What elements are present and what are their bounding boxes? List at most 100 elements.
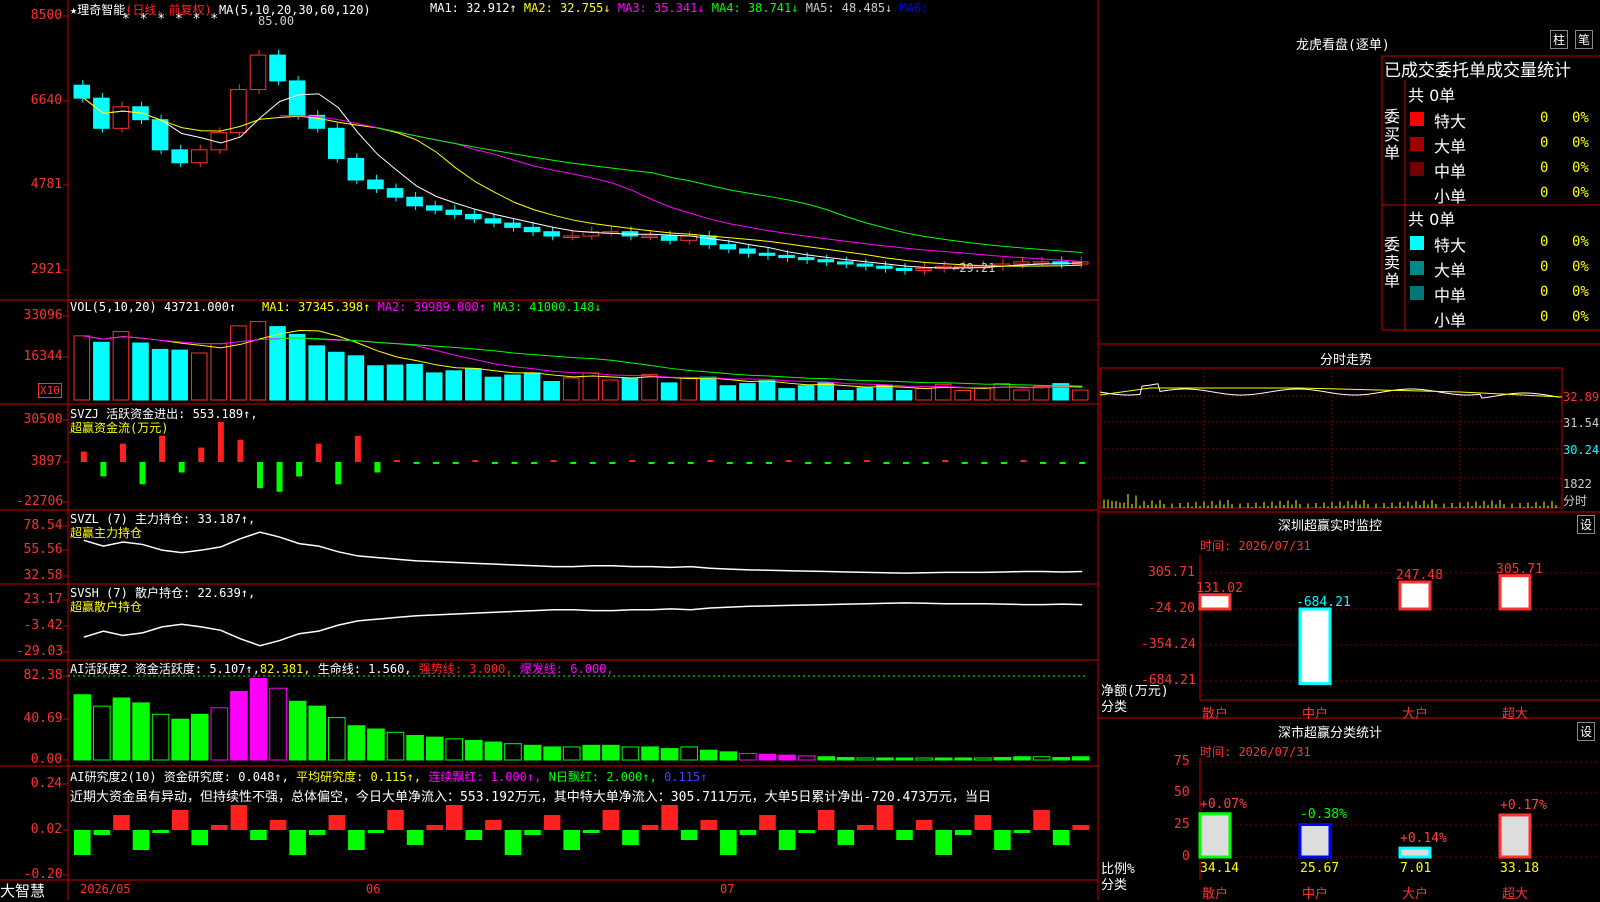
activity-bar (993, 757, 1012, 761)
activity-bar (171, 718, 189, 761)
order-pct: 0% (1572, 110, 1589, 126)
intraday-vol: 1822 (1563, 477, 1592, 491)
research-bar (661, 805, 678, 830)
volume-bar (895, 390, 913, 401)
candle-body (112, 106, 130, 129)
activity-bar (895, 757, 914, 761)
main-chart-canvas[interactable] (0, 0, 1600, 900)
y-tick-label: 33096 (23, 308, 63, 323)
fundflow-bar (531, 462, 538, 464)
candle-body (876, 265, 893, 269)
research-bar (817, 810, 835, 830)
candle-body (895, 267, 913, 271)
y-tick-label: 4781 (30, 177, 63, 192)
vol-unit-badge: X10 (38, 383, 62, 398)
activity-bar (288, 700, 307, 761)
tick-mode-button[interactable]: 笔 (1575, 30, 1594, 49)
classify-category: 中户 (1302, 887, 1329, 902)
volume-bar (915, 388, 932, 401)
monitor-bar (1198, 593, 1232, 611)
research-bar (367, 830, 385, 833)
intraday-y0: 32.89 (1563, 390, 1600, 404)
research-bar (171, 810, 189, 830)
fundflow-bar (374, 462, 381, 473)
fundflow-bar (100, 462, 107, 477)
classify-y-label: 25 (1174, 817, 1190, 832)
fundflow-bar (1000, 462, 1007, 464)
fundflow-bar (354, 435, 361, 462)
svzl-sub: 超赢主力持仓 (70, 526, 143, 540)
vol-ma-legend-item: MA1: 37345.398↑ (262, 300, 378, 314)
fundflow-bar (883, 462, 890, 464)
volume-bar (230, 325, 247, 401)
classify-settings-button[interactable]: 设 (1577, 722, 1596, 741)
research-bar (857, 825, 874, 830)
activity-bar (523, 744, 542, 761)
activity-bar (817, 756, 836, 761)
volume-bar (719, 385, 737, 401)
volume-bar (758, 380, 776, 401)
research-bar (739, 830, 757, 835)
monitor-settings-button[interactable]: 设 (1577, 515, 1596, 534)
research-bar (74, 830, 91, 855)
order-color-swatch (1410, 112, 1424, 126)
ma-legend-item: MA6: (899, 1, 929, 15)
activity-bar (425, 736, 444, 761)
fundflow-bar (276, 462, 283, 492)
monitor-bar-label: 247.48 (1396, 568, 1443, 583)
fundflow-bar (452, 462, 459, 464)
activity-bar (582, 744, 601, 761)
y-tick-label: 82.38 (23, 668, 63, 683)
bar-mode-button[interactable]: 柱 (1550, 30, 1569, 49)
order-color-swatch (1410, 286, 1424, 300)
volume-bar (132, 342, 149, 401)
research-bar (563, 830, 580, 850)
candle-body (523, 226, 541, 233)
volume-bar (425, 372, 443, 401)
order-type-label: 小单 (1434, 311, 1467, 330)
order-pct: 0% (1572, 185, 1589, 201)
classify-delta: +0.17% (1500, 797, 1547, 813)
volume-bar (171, 349, 188, 401)
classify-value: 7.01 (1400, 861, 1432, 876)
monitor-bar-label: 131.02 (1196, 580, 1243, 596)
classify-category: 散户 (1202, 887, 1229, 902)
volume-bar (680, 377, 697, 401)
activity-bar (73, 694, 92, 761)
research-bar (759, 815, 776, 830)
candle-body (73, 84, 91, 99)
y-tick-label: 16344 (23, 349, 63, 364)
activity-bar (112, 697, 131, 761)
research-bar (778, 830, 796, 850)
ma-legend-item: MA5: 48.485↓ (805, 1, 900, 15)
activity-bar (660, 748, 679, 761)
high-price-label: 85.00 (258, 14, 295, 28)
activity-bar (856, 757, 875, 761)
volume-bar (1032, 385, 1050, 401)
candle-body (328, 127, 345, 159)
activity-bar (406, 735, 424, 761)
research-bar (93, 830, 111, 835)
classify-y-label: 50 (1174, 785, 1190, 800)
activity-bar (190, 713, 209, 761)
activity-bar (680, 746, 698, 761)
volume-bar (817, 382, 835, 401)
fundflow-bar (237, 439, 244, 462)
research-bar (994, 830, 1011, 850)
activity-bar (562, 746, 581, 761)
research-bar (289, 830, 306, 855)
volume-bar (523, 372, 541, 401)
research-bar (543, 815, 561, 830)
y-tick-label: -29.03 (16, 644, 64, 659)
sell-total: 共 0单 (1408, 210, 1456, 229)
research-bar (524, 830, 541, 835)
volume-bar (876, 384, 893, 401)
fundflow-bar (805, 462, 812, 464)
volume-bar (93, 341, 110, 401)
monitor-bar-label: -684.21 (1296, 595, 1351, 610)
candle-body (465, 213, 482, 220)
research-bar (896, 830, 913, 840)
volume-bar (190, 352, 208, 401)
order-color-swatch (1410, 236, 1424, 250)
candle-body (543, 231, 560, 237)
